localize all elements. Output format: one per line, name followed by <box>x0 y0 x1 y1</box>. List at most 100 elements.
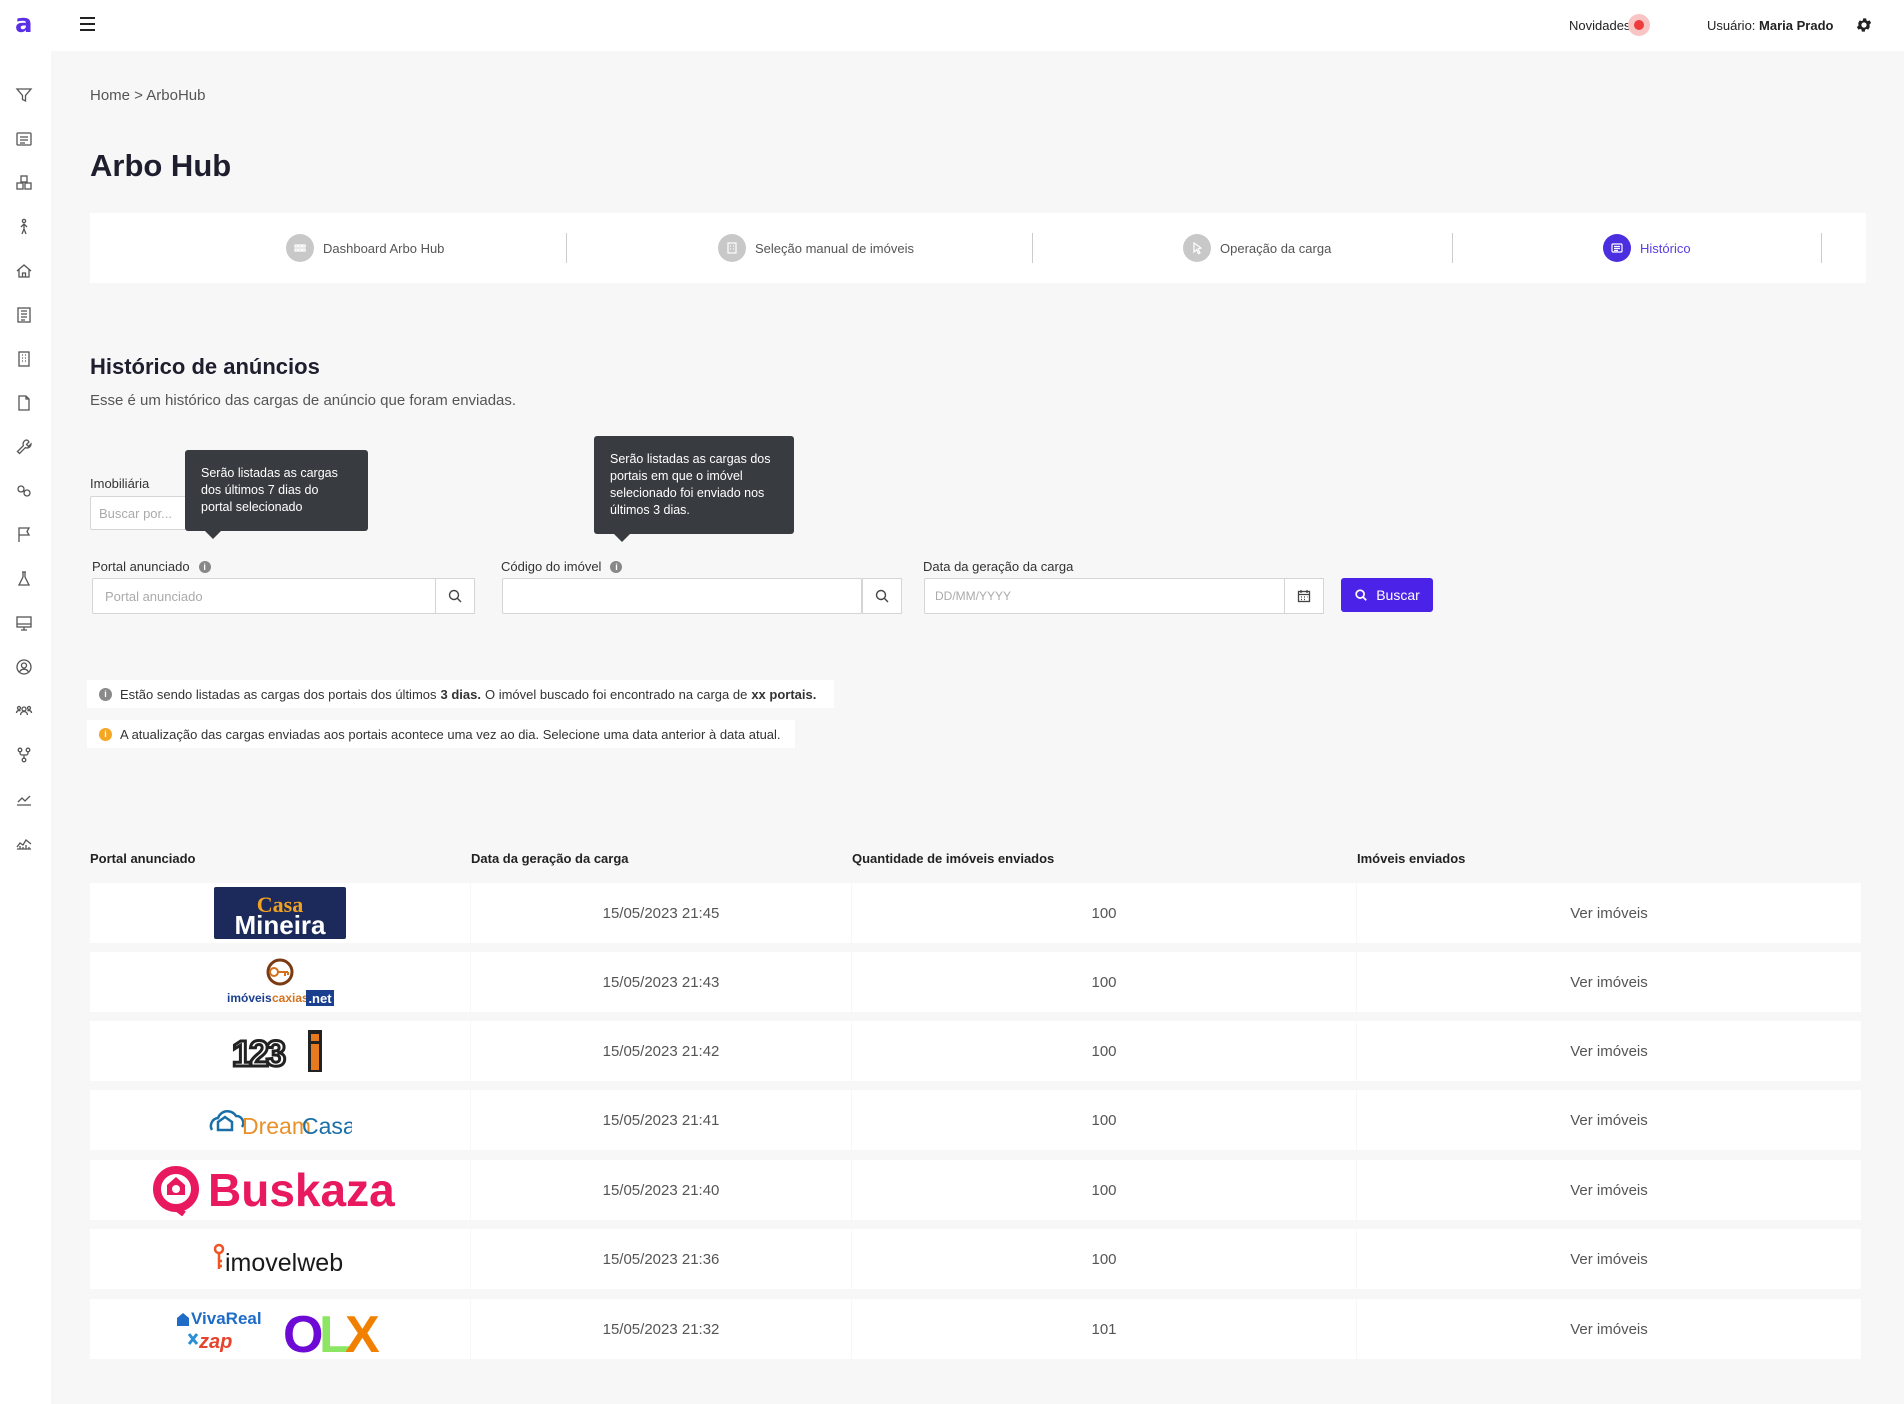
svg-text:imovelweb: imovelweb <box>225 1249 343 1277</box>
tab-operacao-carga[interactable]: Operação da carga <box>1183 233 1331 263</box>
date-cell: 15/05/2023 21:45 <box>471 883 851 943</box>
hamburger-menu-icon[interactable] <box>80 17 95 31</box>
tab-label: Dashboard Arbo Hub <box>323 240 445 256</box>
ver-imoveis-link[interactable]: Ver imóveis <box>1357 1021 1861 1081</box>
table-row: 123 15/05/2023 21:42 100 Ver imóveis <box>90 1021 1861 1081</box>
codigo-input[interactable] <box>502 578 862 614</box>
ver-imoveis-link[interactable]: Ver imóveis <box>1357 883 1861 943</box>
info-icon[interactable]: i <box>198 560 211 573</box>
quantity-cell: 100 <box>852 1160 1356 1220</box>
svg-text:123: 123 <box>232 1033 285 1074</box>
column-header-portal[interactable]: Portal anunciado <box>90 851 195 866</box>
svg-text:Mineira: Mineira <box>234 910 326 939</box>
user-info[interactable]: Usuário: Maria Prado <box>1707 18 1833 33</box>
tab-divider <box>1821 233 1822 263</box>
novidades-label: Novidades <box>1569 18 1631 33</box>
filter-icon[interactable] <box>14 85 34 105</box>
portal-search-button[interactable] <box>435 578 475 614</box>
tab-dashboard[interactable]: Dashboard Arbo Hub <box>286 233 444 263</box>
quantity-cell: 100 <box>852 1090 1356 1150</box>
fork-icon[interactable] <box>14 745 34 765</box>
svg-text:zap: zap <box>198 1331 232 1353</box>
section-subtitle: Esse é um histórico das cargas de anúnci… <box>90 392 517 409</box>
portal-logo-dreamcasa: Dream Casa <box>90 1090 470 1150</box>
data-input[interactable] <box>924 578 1285 614</box>
top-bar: a Novidades Usuário: Maria Prado <box>0 0 1904 51</box>
search-icon <box>1355 589 1368 601</box>
file-icon[interactable] <box>14 393 34 413</box>
portal-logo-buskaza: Buskaza <box>90 1160 470 1220</box>
warning-icon: i <box>99 727 112 741</box>
svg-text:imóveis: imóveis <box>227 991 272 1005</box>
codigo-label: Código do imóvel i <box>501 559 623 574</box>
calendar-icon <box>1297 590 1311 603</box>
buscar-button[interactable]: Buscar <box>1341 578 1433 612</box>
wrench-icon[interactable] <box>14 437 34 457</box>
ver-imoveis-link[interactable]: Ver imóveis <box>1357 952 1861 1012</box>
notice-text: Estão sendo listadas as cargas dos porta… <box>120 686 437 702</box>
search-icon <box>875 589 889 603</box>
gear-icon[interactable] <box>1855 16 1873 34</box>
ver-imoveis-link[interactable]: Ver imóveis <box>1357 1229 1861 1289</box>
tab-selecao-manual[interactable]: Seleção manual de imóveis <box>718 233 914 263</box>
ver-imoveis-link[interactable]: Ver imóveis <box>1357 1299 1861 1359</box>
svg-text:Buskaza: Buskaza <box>208 1164 395 1216</box>
flask-icon[interactable] <box>14 569 34 589</box>
codigo-tooltip: Serão listadas as cargas dos portais em … <box>594 436 794 542</box>
svg-text:.net: .net <box>308 991 332 1006</box>
search-icon <box>448 589 462 603</box>
newspaper-icon[interactable] <box>14 305 34 325</box>
column-header-imoveis[interactable]: Imóveis enviados <box>1357 851 1465 866</box>
svg-text:Casa: Casa <box>302 1113 352 1139</box>
tab-label: Seleção manual de imóveis <box>755 240 914 256</box>
imobiliaria-input[interactable] <box>90 496 190 530</box>
boxes-icon[interactable] <box>14 173 34 193</box>
breadcrumb[interactable]: Home > ArboHub <box>90 87 205 104</box>
info-icon: i <box>99 687 112 701</box>
building-icon[interactable] <box>14 349 34 369</box>
quantity-cell: 100 <box>852 883 1356 943</box>
tab-label: Histórico <box>1640 240 1691 256</box>
user-circle-icon[interactable] <box>14 657 34 677</box>
app-logo[interactable]: a <box>15 9 33 39</box>
tab-divider <box>1032 233 1033 263</box>
portal-input[interactable] <box>92 578 436 614</box>
notice-text: O imóvel buscado foi encontrado na carga… <box>484 686 748 702</box>
portal-logo-casa-mineira: Casa Mineira <box>90 883 470 943</box>
list-icon <box>1603 234 1631 262</box>
column-header-data[interactable]: Data da geração da carga <box>471 851 629 866</box>
portal-tooltip: Serão listadas as cargas dos últimos 7 d… <box>185 450 368 539</box>
quantity-cell: 101 <box>852 1299 1356 1359</box>
home-icon[interactable] <box>14 261 34 281</box>
codigo-label-text: Código do imóvel <box>501 559 602 574</box>
chart-line-icon[interactable] <box>14 789 34 809</box>
buscar-label: Buscar <box>1376 587 1420 603</box>
ver-imoveis-link[interactable]: Ver imóveis <box>1357 1090 1861 1150</box>
column-header-quantidade[interactable]: Quantidade de imóveis enviados <box>852 851 1054 866</box>
calendar-button[interactable] <box>1284 578 1324 614</box>
quantity-cell: 100 <box>852 952 1356 1012</box>
notice-text: A atualização das cargas enviadas aos po… <box>120 726 781 742</box>
ver-imoveis-link[interactable]: Ver imóveis <box>1357 1160 1861 1220</box>
cursor-icon <box>1183 234 1211 262</box>
link-icon[interactable] <box>14 481 34 501</box>
portal-label-text: Portal anunciado <box>92 559 190 574</box>
section-title: Histórico de anúncios <box>90 354 320 379</box>
novidades-link[interactable]: Novidades <box>1569 14 1651 36</box>
list-icon[interactable] <box>14 129 34 149</box>
users-icon[interactable] <box>14 701 34 721</box>
warning-notice: i A atualização das cargas enviadas aos … <box>87 720 795 748</box>
page-title: Arbo Hub <box>90 148 232 183</box>
info-icon[interactable]: i <box>610 560 623 573</box>
quantity-cell: 100 <box>852 1021 1356 1081</box>
notice-days: 3 dias. <box>440 686 481 702</box>
codigo-search-button[interactable] <box>862 578 902 614</box>
person-walking-icon[interactable] <box>14 217 34 237</box>
monitor-icon[interactable] <box>14 613 34 633</box>
chart-area-icon[interactable] <box>14 833 34 853</box>
table-row: Buskaza 15/05/2023 21:40 100 Ver imóveis <box>90 1160 1861 1220</box>
tab-historico[interactable]: Histórico <box>1603 233 1691 263</box>
notification-badge <box>1628 14 1651 36</box>
date-cell: 15/05/2023 21:40 <box>471 1160 851 1220</box>
flag-icon[interactable] <box>14 525 34 545</box>
